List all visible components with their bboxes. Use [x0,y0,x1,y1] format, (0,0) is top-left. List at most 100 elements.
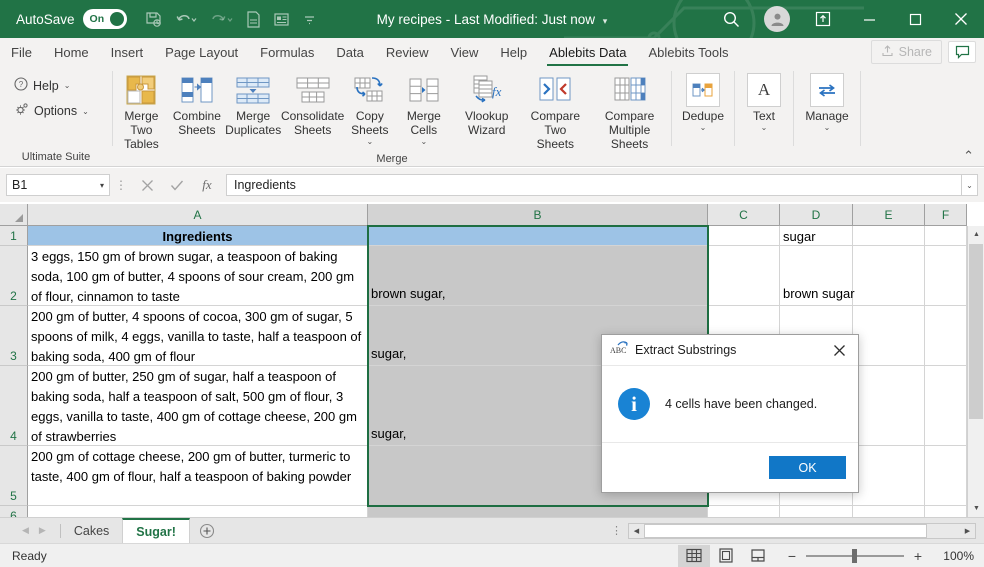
cell-E3[interactable] [853,306,925,366]
tab-view[interactable]: View [439,39,489,66]
scroll-up-arrow-icon[interactable]: ▲ [968,226,984,243]
open-icon[interactable] [241,6,267,32]
cell-A1[interactable]: Ingredients [28,226,368,246]
compare-multiple-sheets-button[interactable]: Compare Multiple Sheets [588,71,671,151]
cell-A3[interactable]: 200 gm of butter, 4 spoons of cocoa, 300… [28,306,368,366]
search-icon[interactable] [708,0,754,38]
manage-chevron-down-icon[interactable]: ⌄ [824,123,831,132]
horizontal-scrollbar[interactable]: ◀ ▶ [628,522,976,539]
cell-B6[interactable] [368,506,708,517]
tab-formulas[interactable]: Formulas [249,39,325,66]
insert-function-fx-icon[interactable]: fx [192,174,222,196]
cell-E2[interactable] [853,246,925,306]
cell-F6[interactable] [925,506,967,517]
hscroll-thumb[interactable] [644,523,927,538]
vlookup-wizard-button[interactable]: fx Vlookup Wizard [460,71,514,137]
share-button[interactable]: Share [870,40,942,64]
zoom-out-button[interactable]: − [786,548,798,564]
enter-check-icon[interactable] [162,174,192,196]
expand-formula-bar-icon[interactable]: ⌄ [962,174,978,196]
close-x-icon[interactable] [824,336,854,364]
sheet-tab-sugar[interactable]: Sugar! [122,517,190,544]
cell-D1[interactable]: sugar [780,226,853,246]
undo-icon[interactable] [169,6,203,32]
tab-insert[interactable]: Insert [100,39,155,66]
column-header-d[interactable]: D [780,204,853,226]
tab-page-layout[interactable]: Page Layout [154,39,249,66]
minimize-button[interactable] [846,0,892,38]
compare-two-sheets-button[interactable]: Compare Two Sheets [523,71,589,151]
cell-E1[interactable] [853,226,925,246]
merge-duplicates-button[interactable]: Merge Duplicates [224,71,283,137]
ok-button[interactable]: OK [769,456,846,479]
page-layout-view-button[interactable] [710,545,742,567]
row-header-3[interactable]: 3 [0,306,28,366]
cell-B1[interactable] [368,226,708,246]
column-header-c[interactable]: C [708,204,780,226]
column-header-e[interactable]: E [853,204,925,226]
tab-data[interactable]: Data [325,39,374,66]
cell-D2[interactable]: brown sugar [780,246,855,306]
cell-A5[interactable]: 200 gm of cottage cheese, 200 gm of butt… [28,446,368,506]
cell-A6[interactable] [28,506,368,517]
sheet-prev-arrow-icon[interactable]: ◀ [22,525,29,536]
scroll-down-arrow-icon[interactable]: ▼ [968,500,984,517]
vertical-scrollbar-thumb[interactable] [969,244,983,419]
column-header-b[interactable]: B [368,204,708,226]
options-chevron-down-icon[interactable]: ⌄ [82,107,89,116]
page-break-preview-button[interactable] [742,545,774,567]
maximize-button[interactable] [892,0,938,38]
autosave-toggle[interactable]: On [82,9,127,29]
tab-help[interactable]: Help [489,39,538,66]
cell-F4[interactable] [925,366,967,446]
cell-B2[interactable]: brown sugar, [368,246,708,306]
cell-F2[interactable] [925,246,967,306]
formula-bar-grip[interactable]: ⋮ [110,178,132,192]
cell-D6[interactable] [780,506,853,517]
account-avatar[interactable] [754,0,800,38]
row-header-2[interactable]: 2 [0,246,28,306]
row-header-1[interactable]: 1 [0,226,28,246]
sheet-tab-cakes[interactable]: Cakes [61,518,122,544]
name-box-chevron-down-icon[interactable]: ▾ [100,181,104,190]
ribbon-display-options-icon[interactable] [800,0,846,38]
hscroll-right-arrow-icon[interactable]: ▶ [960,524,975,538]
row-header-6[interactable]: 6 [0,506,28,517]
close-button[interactable] [938,0,984,38]
copy-sheets-button[interactable]: Copy Sheets ⌄ [343,71,397,146]
merge-cells-chevron-down-icon[interactable]: ⌄ [420,137,427,146]
redo-icon[interactable] [205,6,239,32]
zoom-in-button[interactable]: + [912,548,924,564]
row-header-5[interactable]: 5 [0,446,28,506]
cell-C1[interactable] [708,226,780,246]
cell-E6[interactable] [853,506,925,517]
tab-ablebits-tools[interactable]: Ablebits Tools [637,39,739,66]
merge-two-tables-button[interactable]: Merge Two Tables [113,71,170,151]
cell-E5[interactable] [853,446,925,506]
cell-F1[interactable] [925,226,967,246]
zoom-level-label[interactable]: 100% [932,549,974,563]
hscroll-track[interactable] [644,523,960,538]
row-header-4[interactable]: 4 [0,366,28,446]
cell-F5[interactable] [925,446,967,506]
vertical-scrollbar[interactable]: ▲ ▼ [967,226,984,517]
cell-E4[interactable] [853,366,925,446]
consolidate-sheets-button[interactable]: Consolidate Sheets [281,71,344,137]
cell-A2[interactable]: 3 eggs, 150 gm of brown sugar, a teaspoo… [28,246,368,306]
hscroll-left-arrow-icon[interactable]: ◀ [629,524,644,538]
copy-sheets-chevron-down-icon[interactable]: ⌄ [366,137,373,146]
column-header-a[interactable]: A [28,204,368,226]
cancel-x-icon[interactable] [132,174,162,196]
tab-ablebits-data[interactable]: Ablebits Data [538,39,637,66]
normal-view-button[interactable] [678,544,710,567]
comment-icon[interactable] [948,41,976,63]
cell-A4[interactable]: 200 gm of butter, 250 gm of sugar, half … [28,366,368,446]
add-sheet-plus-icon[interactable] [190,523,224,539]
cell-C2[interactable] [708,246,780,306]
sheet-next-arrow-icon[interactable]: ▶ [39,525,46,536]
cell-F3[interactable] [925,306,967,366]
title-caret-icon[interactable]: ▾ [603,16,608,26]
combine-sheets-button[interactable]: Combine Sheets [170,71,224,137]
dedupe-chevron-down-icon[interactable]: ⌄ [700,123,707,132]
text-button[interactable]: A Text ⌄ [737,71,791,132]
